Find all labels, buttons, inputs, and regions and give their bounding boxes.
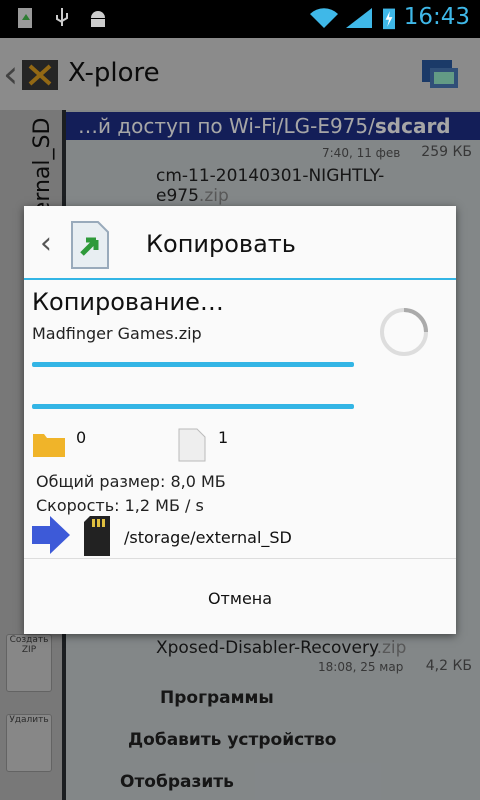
android-debug-icon (91, 11, 105, 27)
cancel-button[interactable]: Отмена (24, 559, 456, 634)
dialog-title: Копировать (146, 230, 296, 258)
destination-path: /storage/external_SD (124, 528, 292, 547)
operation-status: Копирование… (32, 288, 224, 316)
destination-arrow-icon (32, 516, 70, 554)
speed: Скорость: 1,2 МБ / s (36, 496, 204, 515)
copy-dialog: ‹ Копировать Копирование… Madfinger Game… (24, 206, 456, 634)
total-size-label: Общий размер: (36, 472, 166, 491)
total-size: Общий размер: 8,0 МБ (36, 472, 226, 491)
usb-icon (56, 8, 68, 26)
dialog-divider (24, 278, 456, 280)
status-bar: 16:43 (0, 0, 480, 38)
battery-charging-icon (383, 8, 395, 30)
folder-icon (33, 434, 65, 457)
file-count: 1 (218, 428, 229, 447)
sd-card-icon (84, 516, 110, 556)
speed-value: 1,2 МБ / s (124, 496, 204, 515)
total-size-value: 8,0 МБ (170, 472, 226, 491)
app-update-icon (18, 8, 32, 28)
clock: 16:43 (403, 4, 470, 30)
current-file: Madfinger Games.zip (32, 324, 202, 343)
speed-label: Скорость: (36, 496, 120, 515)
folder-count: 0 (76, 428, 87, 447)
signal-icon (346, 8, 372, 28)
total-progress-bar (32, 404, 354, 409)
progress-spinner (380, 308, 428, 356)
back-chevron-icon[interactable]: ‹ (40, 226, 52, 261)
file-progress-bar (32, 362, 354, 367)
copy-file-icon (71, 221, 109, 269)
file-icon (178, 428, 206, 462)
wifi-icon (310, 8, 338, 28)
